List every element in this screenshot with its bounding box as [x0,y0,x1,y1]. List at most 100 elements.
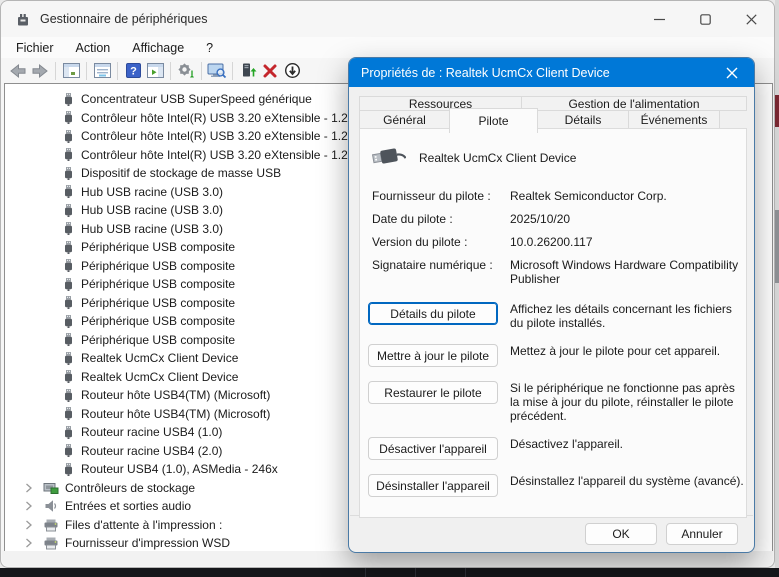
computer-search-icon[interactable] [206,61,228,81]
tree-item-label: Hub USB racine (USB 3.0) [81,185,223,199]
titlebar[interactable]: Gestionnaire de périphériques [1,1,774,37]
device-manager-icon [14,11,31,28]
tree-item-label: Périphérique USB composite [81,240,235,254]
back-icon[interactable] [7,61,29,81]
usb-device-icon [61,461,75,477]
device-name: Realtek UcmCx Client Device [419,151,576,165]
usb-device-icon [61,110,75,126]
action-button[interactable]: Désinstaller l'appareil [368,474,498,497]
ok-button[interactable]: OK [585,523,657,545]
driver-actions: Détails du pilote Affichez les détails c… [360,302,746,497]
taskbar [0,568,779,577]
disable-device-icon[interactable] [281,61,303,81]
tab[interactable]: Gestion de l'alimentation [521,96,747,111]
scan-hardware-changes-icon[interactable] [175,61,197,81]
driver-action-row: Mettre à jour le pilote Mettez à jour le… [368,344,746,367]
maximize-button[interactable] [682,1,728,37]
tab[interactable]: Détails [537,110,629,129]
usb-device-icon [61,443,75,459]
window-controls [636,1,774,37]
expand-chevron-icon[interactable] [25,538,37,548]
window-bottom-edge [2,551,773,566]
tree-item-label: Routeur hôte USB4(TM) (Microsoft) [81,388,270,402]
usb-device-icon [61,184,75,200]
tree-item-label: Files d'attente à l'impression : [65,518,222,532]
toolbar-separator [86,62,87,80]
show-console-tree-icon[interactable] [60,61,82,81]
menu-item[interactable]: ? [195,39,224,57]
cancel-button[interactable]: Annuler [666,523,738,545]
usb-device-icon [61,350,75,366]
tab[interactable]: Événements [628,110,720,129]
menu-item-label: Action [76,41,111,55]
printer-icon [43,535,59,551]
help-icon[interactable]: ? [122,61,144,81]
menu-item-label: ? [206,41,213,55]
uninstall-device-icon[interactable] [259,61,281,81]
screen: Gestionnaire de périphériques Fichier [0,0,779,577]
usb-device-icon [61,332,75,348]
desktop-fragment [775,95,779,127]
action-description: Affichez les détails concernant les fich… [510,302,745,330]
menu-item[interactable]: Affichage [121,39,195,57]
taskbar-separator [415,568,416,577]
dialog-close-button[interactable] [710,58,754,87]
tab-label: Détails [565,113,602,127]
tree-item-label: Routeur racine USB4 (2.0) [81,444,222,458]
action-description: Désinstallez l'appareil du système (avan… [510,474,745,488]
tree-item-label: Périphérique USB composite [81,333,235,347]
driver-field: Version du pilote : 10.0.26200.117 [372,235,746,249]
driver-action-row: Détails du pilote Affichez les détails c… [368,302,746,330]
tree-item-label: Contrôleur hôte Intel(R) USB 3.20 eXtens… [81,148,354,162]
tab-row-bottom: Général Pilote Détails Événements [359,110,747,129]
tab-page-pilote: Realtek UcmCx Client Device Fournisseur … [359,128,747,518]
toolbar-separator [117,62,118,80]
tab-label: Gestion de l'alimentation [568,97,699,111]
driver-field: Date du pilote : 2025/10/20 [372,212,746,226]
update-driver-icon[interactable] [237,61,259,81]
dialog-title: Propriétés de : Realtek UcmCx Client Dev… [361,66,610,80]
taskbar-separator [465,568,466,577]
tab[interactable]: Pilote [449,108,538,133]
usb-device-icon [61,128,75,144]
action-description: Si le périphérique ne fonctionne pas apr… [510,381,745,423]
menu-item[interactable]: Fichier [5,39,65,57]
tree-item-label: Routeur hôte USB4(TM) (Microsoft) [81,407,270,421]
scrollbar-fragment [775,210,779,283]
expand-chevron-icon[interactable] [25,520,37,530]
action-button[interactable]: Détails du pilote [368,302,498,325]
usb-plug-icon [372,144,406,173]
driver-action-row: Désactiver l'appareil Désactivez l'appar… [368,437,746,460]
expand-chevron-icon[interactable] [25,501,37,511]
tab-label: Événements [641,113,708,127]
menu-item-label: Fichier [16,41,54,55]
audio-icon [43,498,59,514]
printer-icon [43,517,59,533]
forward-icon[interactable] [29,61,51,81]
action-button[interactable]: Restaurer le pilote [368,381,498,404]
usb-device-icon [61,221,75,237]
minimize-button[interactable] [636,1,682,37]
tree-item-label: Contrôleur hôte Intel(R) USB 3.20 eXtens… [81,129,354,143]
tab[interactable]: Général [359,110,450,129]
menu-bar: Fichier Action Affichage ? [1,37,774,58]
driver-fields: Fournisseur du pilote : Realtek Semicond… [360,189,746,286]
dialog-titlebar[interactable]: Propriétés de : Realtek UcmCx Client Dev… [349,58,754,87]
tree-item-label: Realtek UcmCx Client Device [81,370,238,384]
tree-item-label: Concentrateur USB SuperSpeed générique [81,92,312,106]
action-button[interactable]: Mettre à jour le pilote [368,344,498,367]
tree-item-label: Hub USB racine (USB 3.0) [81,222,223,236]
toolbar-separator [232,62,233,80]
action-button[interactable]: Désactiver l'appareil [368,437,498,460]
action-description: Mettez à jour le pilote pour cet apparei… [510,344,745,358]
field-label: Date du pilote : [372,212,510,226]
tab-label: Pilote [478,114,508,128]
menu-item[interactable]: Action [65,39,122,57]
expand-chevron-icon[interactable] [25,483,37,493]
usb-device-icon [61,313,75,329]
action-pane-icon[interactable] [144,61,166,81]
tree-item-label: Entrées et sorties audio [65,499,191,513]
close-button[interactable] [728,1,774,37]
properties-icon[interactable] [91,61,113,81]
device-header: Realtek UcmCx Client Device [360,129,746,171]
